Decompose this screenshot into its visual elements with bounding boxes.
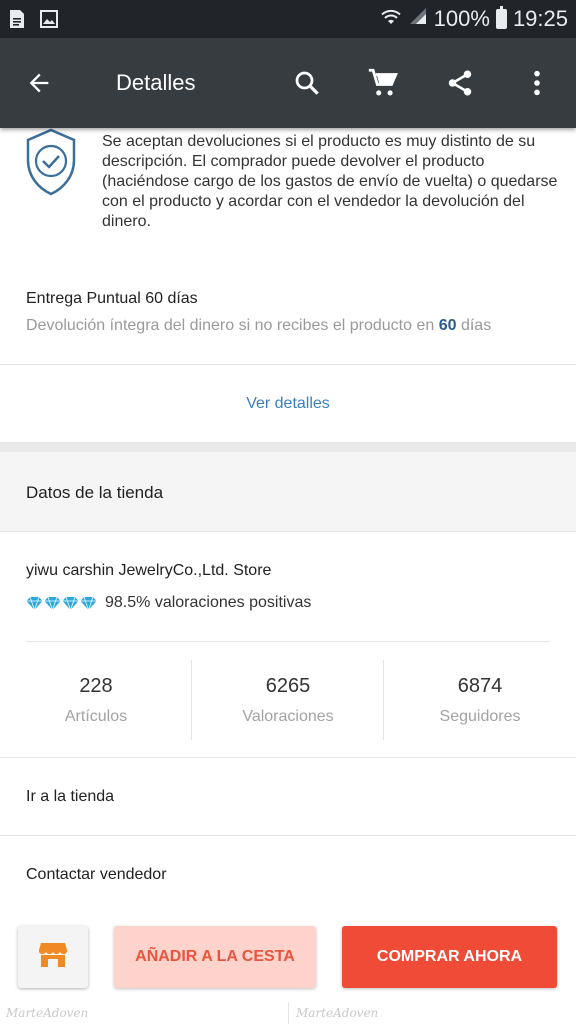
store-section-header: Datos de la tienda [0,452,576,532]
on-time-delivery: Entrega Puntual 60 días Devolución ínteg… [26,290,556,335]
watermark-right: MarteAdoven [296,1006,379,1020]
back-arrow-icon[interactable] [18,38,60,128]
battery-percent: 100% [433,6,490,31]
image-icon [40,9,58,29]
stat-articles[interactable]: 228 Artículos [0,660,192,740]
return-policy-section: Se aceptan devoluciones si el producto e… [0,128,576,240]
page-title: Detalles [116,70,196,95]
stat-label: Valoraciones [242,707,334,725]
store-rating: 98.5% valoraciones positivas [26,594,311,612]
diamond-icon [80,596,97,610]
divider [26,641,550,642]
store-icon [38,942,68,973]
stat-divider [191,660,192,740]
contact-seller-link[interactable]: Contactar vendedor [0,836,576,914]
watermark-left: MarteAdoven [6,1006,89,1020]
stat-value: 6265 [265,674,311,697]
buy-now-button[interactable]: COMPRAR AHORA [342,926,557,988]
on-time-description: Devolución íntegra del dinero si no reci… [26,317,556,335]
store-name: yiwu carshin JewelryCo.,Ltd. Store [26,562,272,579]
stat-followers[interactable]: 6874 Seguidores [384,660,576,740]
on-time-days: 60 [438,317,457,334]
go-to-store-link[interactable]: Ir a la tienda [0,758,576,836]
add-to-cart-button[interactable]: AÑADIR A LA CESTA [114,926,316,988]
store-stats: 228 Artículos 6265 Valoraciones 6874 Seg… [0,660,576,740]
search-icon[interactable] [286,38,328,128]
diamond-icon [62,596,79,610]
wifi-icon [380,6,402,32]
stat-value: 228 [79,674,113,697]
rating-text: 98.5% valoraciones positivas [105,594,312,611]
diamond-rating-icons [26,596,97,611]
cart-icon[interactable] [362,38,404,128]
diamond-icon [26,596,43,610]
signal-icon [408,6,428,32]
section-separator [0,442,576,452]
return-policy-text: Se aceptan devoluciones si el producto e… [102,133,558,230]
see-details-link[interactable]: Ver detalles [0,365,576,442]
battery-icon [495,6,507,29]
on-time-desc-suffix: días [456,317,492,334]
stat-label: Artículos [64,707,128,725]
shield-check-icon [24,128,78,201]
diamond-icon [44,596,61,610]
store-section-title: Datos de la tienda [26,483,164,502]
stat-divider [383,660,384,740]
on-time-desc-prefix: Devolución íntegra del dinero si no reci… [26,317,439,334]
stat-label: Seguidores [439,707,521,725]
share-icon[interactable] [439,38,481,128]
clock: 19:25 [512,6,568,31]
divider [288,1002,289,1024]
more-vert-icon[interactable] [516,38,558,128]
on-time-title: Entrega Puntual 60 días [26,290,198,307]
store-button[interactable] [18,926,88,988]
status-bar: 100% 19:25 [0,0,576,38]
document-icon [8,9,26,29]
stat-reviews[interactable]: 6265 Valoraciones [192,660,384,740]
stat-value: 6874 [457,674,503,697]
app-bar: Detalles [0,38,576,128]
